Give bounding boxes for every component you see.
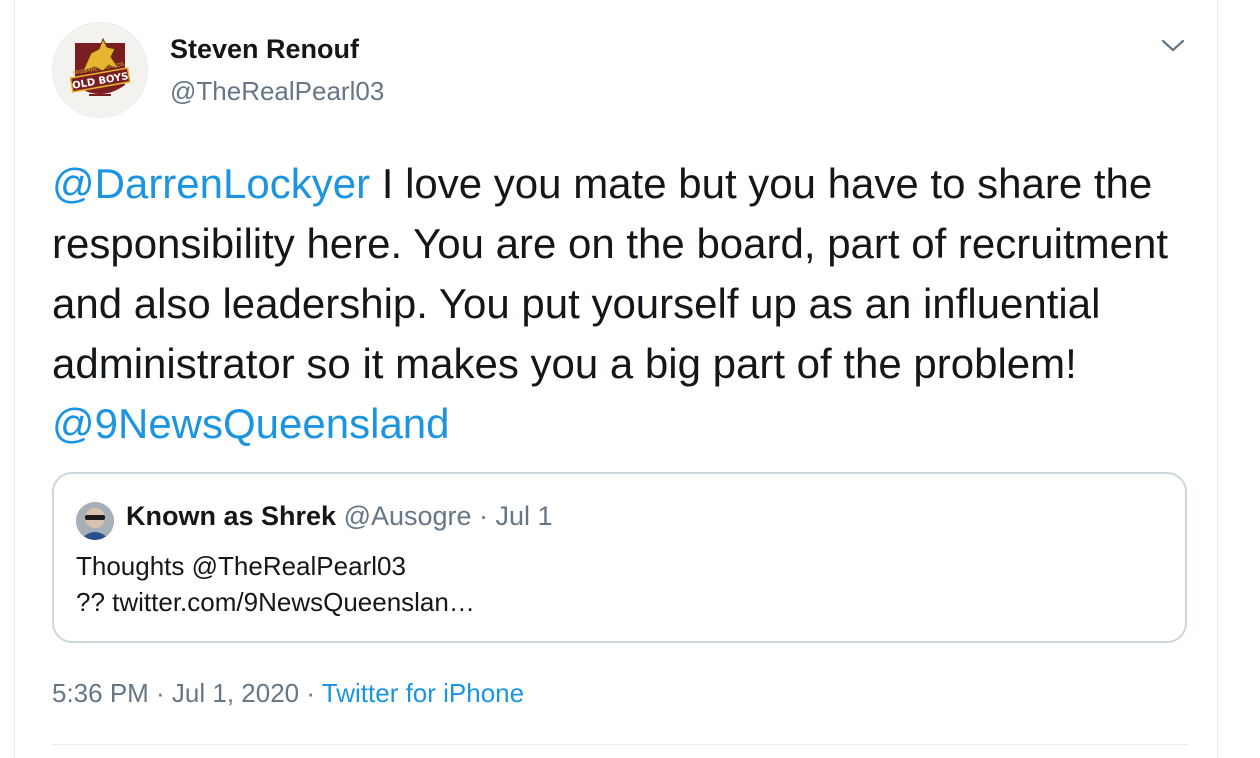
quoted-display-name[interactable]: Known as Shrek <box>126 501 336 531</box>
mention-link[interactable]: @9NewsQueensland <box>52 400 450 447</box>
quoted-line-1: Thoughts @TheRealPearl03 <box>76 551 406 581</box>
tweet-source-link[interactable]: Twitter for iPhone <box>322 678 524 708</box>
quoted-tweet-header: Known as Shrek @Ausogre · Jul 1 <box>126 501 553 532</box>
quoted-tweet[interactable]: Known as Shrek @Ausogre · Jul 1 Thoughts… <box>52 472 1187 643</box>
quoted-handle-date: @Ausogre · Jul 1 <box>336 501 553 531</box>
quoted-tweet-text: Thoughts @TheRealPearl03 ?? twitter.com/… <box>76 548 1156 620</box>
quoted-line-2: ?? twitter.com/9NewsQueenslan… <box>76 587 475 617</box>
tweet-timestamp[interactable]: 5:36 PM · Jul 1, 2020 · <box>52 678 322 708</box>
tweet-text: @DarrenLockyer I love you mate but you h… <box>52 154 1192 454</box>
author-display-name[interactable]: Steven Renouf <box>170 34 359 65</box>
user-photo-icon <box>76 502 114 540</box>
author-handle[interactable]: @TheRealPearl03 <box>170 76 384 107</box>
divider <box>52 744 1188 745</box>
chevron-down-icon <box>1161 39 1185 52</box>
old-boys-crest-icon: OLD BOYS BRISBANE BRONCOS <box>53 23 147 117</box>
quoted-author-avatar[interactable] <box>76 502 114 540</box>
author-avatar[interactable]: OLD BOYS BRISBANE BRONCOS <box>52 22 148 118</box>
more-options-button[interactable] <box>1158 34 1188 58</box>
tweet-meta: 5:36 PM · Jul 1, 2020 · Twitter for iPho… <box>52 678 524 709</box>
mention-link[interactable]: @DarrenLockyer <box>52 160 370 207</box>
